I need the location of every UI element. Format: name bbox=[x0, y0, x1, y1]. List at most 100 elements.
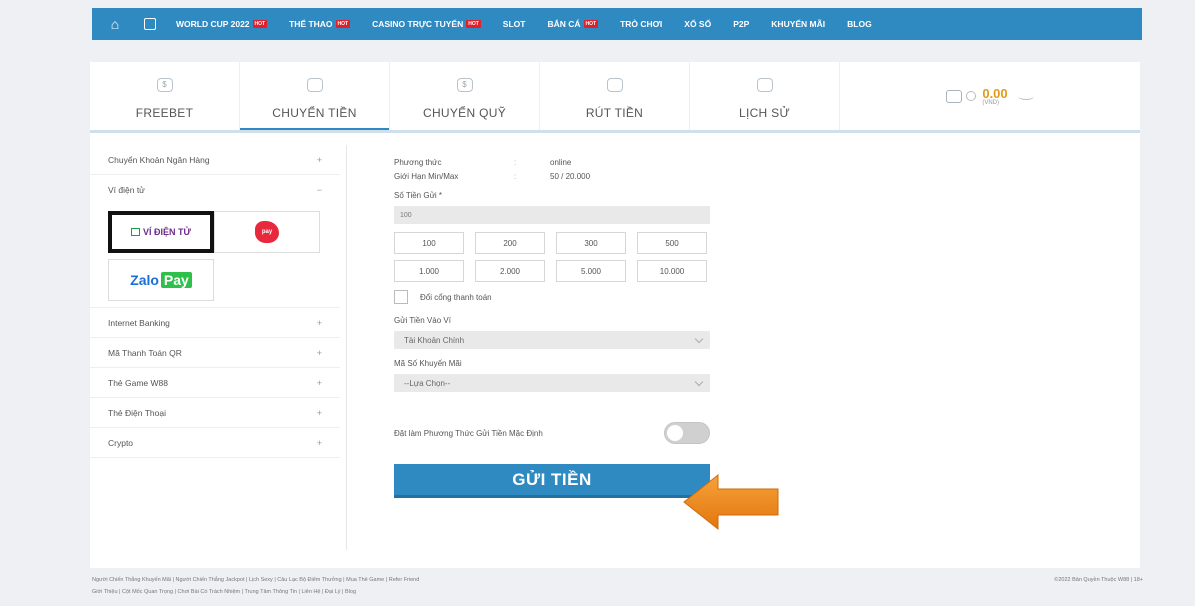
deposit-form: Phương thức : online Giới Hạn Min/Max : … bbox=[394, 155, 710, 498]
wallet-label: Gửi Tiền Vào Ví bbox=[394, 316, 451, 325]
dollar-coin-icon: $ bbox=[156, 78, 173, 92]
nav-item-label: KHUYẾN MÃI bbox=[771, 19, 826, 29]
promo-select-value: --Lựa Chọn-- bbox=[404, 378, 451, 388]
vidientu-text: VÍ ĐIỆN TỬ bbox=[143, 227, 191, 237]
chevron-down-icon bbox=[694, 334, 704, 343]
sidebar-item-label: Chuyển Khoản Ngân Hàng bbox=[108, 154, 210, 165]
ewallet-options: VÍ ĐIỆN TỬ pay Zalo Pay bbox=[90, 205, 340, 308]
sidebar-item-ewallet[interactable]: Ví điện tử − bbox=[90, 175, 340, 205]
top-nav: ⌂ WORLD CUP 2022 HOT THỂ THAO HOT CASINO TRỰ… bbox=[92, 8, 1142, 40]
home-icon[interactable]: ⌂ bbox=[98, 16, 132, 32]
method-row: Phương thức : online bbox=[394, 157, 572, 167]
switch-gateway-row: Đổi cổng thanh toán bbox=[394, 290, 710, 304]
payment-method-sidebar: Chuyển Khoản Ngân Hàng + Ví điện tử − VÍ… bbox=[90, 145, 340, 458]
ewallet-vidientu[interactable]: VÍ ĐIỆN TỬ bbox=[108, 211, 214, 253]
quick-amount-button[interactable]: 10.000 bbox=[637, 260, 707, 282]
sidebar-item-label: Thẻ Game W88 bbox=[108, 377, 168, 388]
nav-item-label: XỔ SỐ bbox=[684, 19, 712, 29]
arrow-pointer-icon bbox=[683, 473, 779, 531]
nav-item[interactable]: P2P bbox=[733, 19, 749, 29]
hot-badge: HOT bbox=[335, 20, 351, 28]
nav-item-label: THỂ THAO bbox=[289, 19, 333, 29]
sidebar-item-label: Crypto bbox=[108, 437, 134, 448]
quick-amount-button[interactable]: 5.000 bbox=[556, 260, 626, 282]
info-icon[interactable] bbox=[966, 91, 977, 101]
ewallet-viettelpay[interactable]: pay bbox=[214, 211, 320, 253]
balance-amount: 0.00 bbox=[982, 85, 1008, 101]
default-method-toggle[interactable] bbox=[664, 422, 710, 444]
quick-amount-button[interactable]: 500 bbox=[637, 232, 707, 254]
nav-item[interactable]: XỔ SỐ bbox=[684, 19, 711, 29]
submit-deposit-button[interactable]: GỬI TIỀN bbox=[394, 464, 710, 498]
hot-badge: HOT bbox=[252, 20, 268, 28]
tab-freebet[interactable]: $ FREEBET bbox=[90, 62, 240, 130]
divider bbox=[346, 145, 347, 550]
nav-item-label: CASINO TRỰC TUYẾN bbox=[372, 19, 464, 29]
clock-icon bbox=[756, 78, 773, 92]
switch-gateway-checkbox[interactable] bbox=[394, 290, 408, 304]
nav-items: WORLD CUP 2022 HOT THỂ THAO HOT CASINO TRỰC … bbox=[176, 19, 894, 29]
nav-item[interactable]: KHUYẾN MÃI bbox=[771, 19, 825, 29]
expand-icon: + bbox=[316, 407, 322, 418]
mobile-icon[interactable] bbox=[144, 18, 156, 30]
sidebar-item-label: Thẻ Điện Thoại bbox=[108, 407, 166, 418]
sidebar-item-internet-banking[interactable]: Internet Banking + bbox=[90, 308, 340, 338]
quick-amount-button[interactable]: 200 bbox=[475, 232, 545, 254]
wallet-balance[interactable]: 0.00 (VND) bbox=[840, 62, 1140, 130]
tab-transfer[interactable]: $ CHUYỂN QUỸ bbox=[390, 62, 540, 130]
limit-value: 50 / 20.000 bbox=[550, 171, 591, 181]
quick-amount-grid: 100 200 300 500 1.000 2.000 5.000 10.000 bbox=[394, 232, 710, 282]
nav-item[interactable]: SLOT bbox=[503, 19, 526, 29]
sidebar-item-phone-card[interactable]: Thẻ Điện Thoại + bbox=[90, 398, 340, 428]
tab-bar: $ FREEBET CHUYỂN TIỀN $ CHUYỂN QUỸ RÚT T… bbox=[90, 62, 1140, 130]
promo-select[interactable]: --Lựa Chọn-- bbox=[394, 374, 710, 392]
toggle-knob bbox=[667, 425, 683, 441]
expand-icon: + bbox=[316, 154, 322, 165]
nav-item[interactable]: BẮN CÁ HOT bbox=[547, 19, 599, 29]
footer-line-2[interactable]: Giới Thiệu | Cột Mốc Quan Trọng | Chơi B… bbox=[92, 586, 912, 598]
amount-input[interactable]: 100 bbox=[394, 206, 710, 224]
nav-item[interactable]: BLOG bbox=[847, 19, 872, 29]
hand-coin-icon bbox=[306, 78, 323, 92]
default-method-label: Đặt làm Phương Thức Gửi Tiền Mặc Định bbox=[394, 428, 543, 438]
quick-amount-button[interactable]: 300 bbox=[556, 232, 626, 254]
zalo-text: Zalo bbox=[130, 272, 159, 288]
sidebar-item-game-card[interactable]: Thẻ Game W88 + bbox=[90, 368, 340, 398]
footer-links: Người Chiến Thắng Khuyến Mãi | Người Chi… bbox=[92, 574, 912, 598]
tab-label: LỊCH SỬ bbox=[738, 106, 791, 120]
nav-item-label: WORLD CUP 2022 bbox=[176, 19, 250, 29]
chevron-down-icon[interactable] bbox=[1017, 92, 1034, 100]
wallet-icon bbox=[946, 89, 963, 103]
quick-amount-button[interactable]: 2.000 bbox=[475, 260, 545, 282]
expand-icon: + bbox=[316, 437, 322, 448]
wallet-select-value: Tài Khoản Chính bbox=[404, 335, 465, 345]
chevron-down-icon bbox=[694, 377, 704, 386]
nav-item[interactable]: TRÒ CHƠI bbox=[620, 19, 662, 29]
nav-item-label: P2P bbox=[733, 19, 750, 29]
footer-line-1[interactable]: Người Chiến Thắng Khuyến Mãi | Người Chi… bbox=[92, 574, 912, 586]
tab-label: RÚT TIỀN bbox=[585, 106, 644, 120]
hot-badge: HOT bbox=[583, 20, 599, 28]
ewallet-zalopay[interactable]: Zalo Pay bbox=[108, 259, 214, 301]
vidientu-icon bbox=[131, 228, 140, 236]
tab-history[interactable]: LỊCH SỬ bbox=[690, 62, 840, 130]
sidebar-item-bank-transfer[interactable]: Chuyển Khoản Ngân Hàng + bbox=[90, 145, 340, 175]
nav-item[interactable]: CASINO TRỰC TUYẾN HOT bbox=[372, 19, 481, 29]
balance: 0.00 (VND) bbox=[982, 87, 1007, 106]
limit-label: Giới Hạn Min/Max bbox=[394, 171, 459, 181]
quick-amount-button[interactable]: 100 bbox=[394, 232, 464, 254]
quick-amount-button[interactable]: 1.000 bbox=[394, 260, 464, 282]
nav-item[interactable]: WORLD CUP 2022 HOT bbox=[176, 19, 268, 29]
nav-item[interactable]: THỂ THAO HOT bbox=[289, 19, 351, 29]
tab-withdraw[interactable]: RÚT TIỀN bbox=[540, 62, 690, 130]
copyright: ©2022 Bản Quyền Thuộc W88 | 18+ bbox=[1054, 577, 1143, 583]
wallet-select[interactable]: Tài Khoản Chính bbox=[394, 331, 710, 349]
tab-deposit[interactable]: CHUYỂN TIỀN bbox=[240, 62, 390, 130]
nav-item-label: TRÒ CHƠI bbox=[620, 19, 663, 29]
wallet-out-icon bbox=[606, 78, 623, 92]
default-method-row: Đặt làm Phương Thức Gửi Tiền Mặc Định bbox=[394, 422, 710, 444]
method-label: Phương thức bbox=[394, 157, 442, 167]
sidebar-item-qr[interactable]: Mã Thanh Toán QR + bbox=[90, 338, 340, 368]
sidebar-item-crypto[interactable]: Crypto + bbox=[90, 428, 340, 458]
tab-label: CHUYỂN TIỀN bbox=[272, 106, 357, 120]
